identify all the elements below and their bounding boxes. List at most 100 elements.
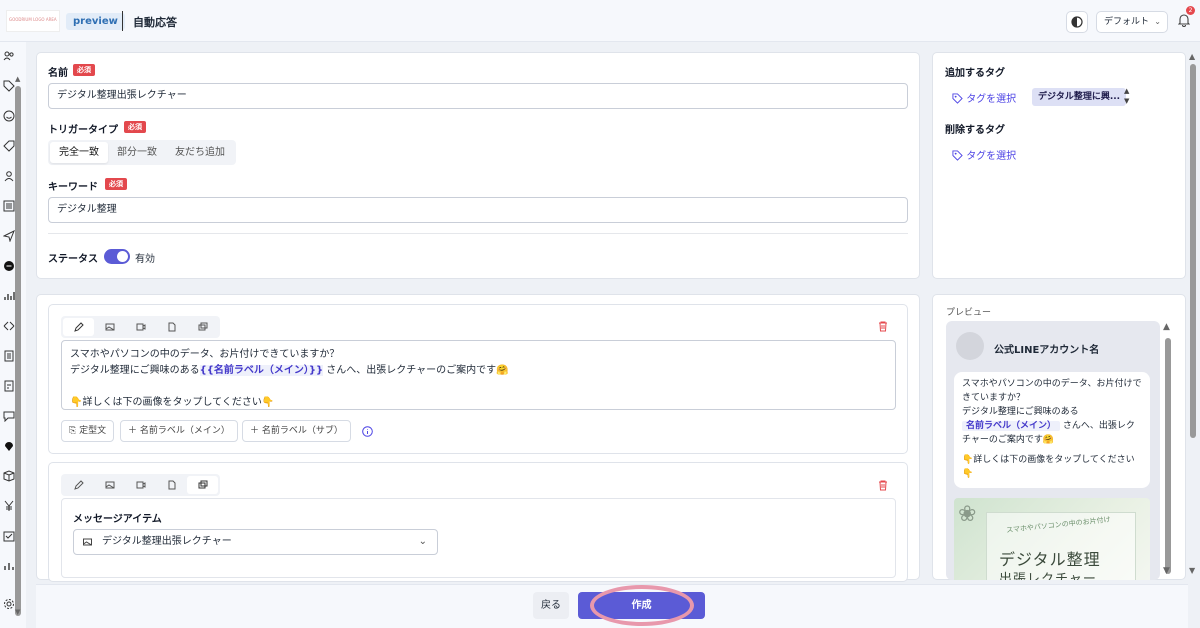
bubble-line: スマホやパソコンの中のデータ、お片付けできていますか？ [962,379,1142,403]
add-tag-select-label: タグを選択 [966,94,1017,105]
image-tab[interactable] [94,476,125,494]
preview-scrollbar[interactable] [1165,338,1171,574]
selected-tag-chip[interactable]: デジタル整理に興... [1032,88,1127,106]
carousel-icon [198,480,207,489]
remove-tag-select[interactable]: タグを選択 [952,147,1016,162]
add-tag-select[interactable]: タグを選択 [952,90,1016,105]
status-value: 有効 [135,254,155,265]
chart-icon[interactable] [3,290,15,302]
avatar [956,332,984,360]
tags-card [932,52,1186,279]
stats-icon[interactable] [3,560,15,572]
file-icon [168,480,175,490]
sidebar-scrollbar[interactable] [15,86,21,616]
carousel-tab[interactable] [187,318,218,336]
message-type-tabs [61,316,220,338]
sidebar-scroll-up[interactable]: ▲ [15,75,20,83]
tag-icon [952,93,963,104]
carousel-tab[interactable] [187,476,218,494]
chat-icon[interactable] [3,260,15,272]
divider [48,233,908,234]
name-input[interactable]: デジタル整理出張レクチャー [48,83,908,109]
arrows-icon[interactable] [3,320,15,332]
image-icon [105,323,114,331]
message-icon[interactable] [3,410,15,422]
form-icon[interactable] [3,380,15,392]
message-item-select[interactable]: デジタル整理出張レクチャー ⌄ [73,529,438,555]
message-line: デジタル整理にご興味のある{{名前ラベル（メイン）}} さんへ、出張レクチャーの… [70,365,509,376]
header-divider [122,11,123,31]
bubble-line: 👇詳しくは下の画像をタップしてください👇 [962,455,1135,479]
trigger-partial-match[interactable]: 部分一致 [108,142,166,163]
required-badge: 必須 [73,64,95,76]
person-icon[interactable] [3,170,15,182]
tenant-select[interactable]: デフォルト ⌄ [1096,11,1168,33]
notification-badge: 2 [1186,6,1195,15]
contrast-icon [1071,16,1083,28]
label-icon[interactable] [3,140,15,152]
main-scroll-down[interactable]: ▼ [1189,566,1195,575]
trigger-type-segmented: 完全一致 部分一致 友だち追加 [48,140,236,165]
required-badge: 必須 [105,178,127,190]
tag-icon [952,150,963,161]
tag-order-arrows[interactable]: ▲ ▼ [1124,86,1129,106]
insert-name-sub-button[interactable]: ＋ 名前ラベル（サブ） [242,420,351,442]
template-button[interactable]: ⎘ 定型文 [61,420,115,442]
box-icon[interactable] [3,470,15,482]
video-tab[interactable] [125,476,156,494]
tag-icon[interactable] [3,80,15,92]
image-icon [105,481,114,489]
keyword-input[interactable]: デジタル整理 [48,197,908,223]
file-tab[interactable] [156,318,187,336]
calendar-icon[interactable] [3,530,15,542]
location-icon[interactable] [3,440,15,452]
bell-icon[interactable] [1178,13,1190,27]
preview-message-bubble: スマホやパソコンの中のデータ、お片付けできていますか？ デジタル整理にご興味のあ… [954,372,1150,488]
back-button[interactable]: 戻る [533,592,569,619]
insert-name-main-button[interactable]: ＋ 名前ラベル（メイン） [120,420,238,442]
preview-badge: preview [66,13,125,30]
add-tags-label: 追加するタグ [945,68,1005,79]
send-icon[interactable] [3,230,15,242]
preview-scroll-up[interactable]: ▲ [1163,322,1170,332]
gear-icon[interactable] [3,598,15,610]
trigger-exact-match[interactable]: 完全一致 [50,142,108,163]
message-textarea[interactable]: スマホやパソコンの中のデータ、お片付けできていますか？ デジタル整理にご興味のあ… [61,340,896,410]
line-preview-phone: 公式LINEアカウント名 スマホやパソコンの中のデータ、お片付けできていますか？… [946,321,1160,580]
plus-icon: ＋ [128,426,140,436]
status-label: ステータス [48,254,98,265]
sidebar-scroll-down[interactable]: ▼ [15,608,20,616]
document-icon[interactable] [3,350,15,362]
bubble-line: チャーのご案内です🤗 [962,435,1055,445]
smile-icon[interactable] [3,110,15,122]
pencil-icon [73,480,84,490]
message-line: スマホやパソコンの中のデータ、お片付けできていますか？ [70,349,340,360]
chevron-down-icon: ⌄ [1154,17,1161,26]
page-title: 自動応答 [133,16,177,29]
leaf-decoration: ❀ [958,502,977,527]
trigger-friend-add[interactable]: 友だち追加 [166,142,234,163]
theme-toggle-button[interactable] [1066,11,1088,33]
text-tab[interactable] [63,318,94,336]
info-icon[interactable] [362,426,373,437]
trash-icon[interactable] [878,321,888,332]
video-tab[interactable] [125,318,156,336]
name-variable: {{名前ラベル（メイン）}} [199,365,324,376]
main-scrollbar[interactable] [1190,64,1196,438]
status-toggle[interactable] [104,249,130,264]
main-scroll-up[interactable]: ▲ [1189,52,1195,61]
brand-logo[interactable]: GOODRIUM LOGO AREA [6,10,60,32]
bubble-line: デジタル整理にご興味のある [962,407,1079,417]
top-header [0,0,1200,42]
chevron-down-icon: ⌄ [418,536,427,547]
highlight-ring-annotation [590,585,694,626]
users-icon[interactable] [3,50,15,62]
file-tab[interactable] [156,476,187,494]
list-icon[interactable] [3,200,15,212]
image-tab[interactable] [94,318,125,336]
text-tab[interactable] [63,476,94,494]
preview-scroll-down[interactable]: ▼ [1163,566,1170,576]
trash-icon[interactable] [878,480,888,491]
file-icon [168,322,175,332]
yen-icon[interactable] [3,500,15,512]
